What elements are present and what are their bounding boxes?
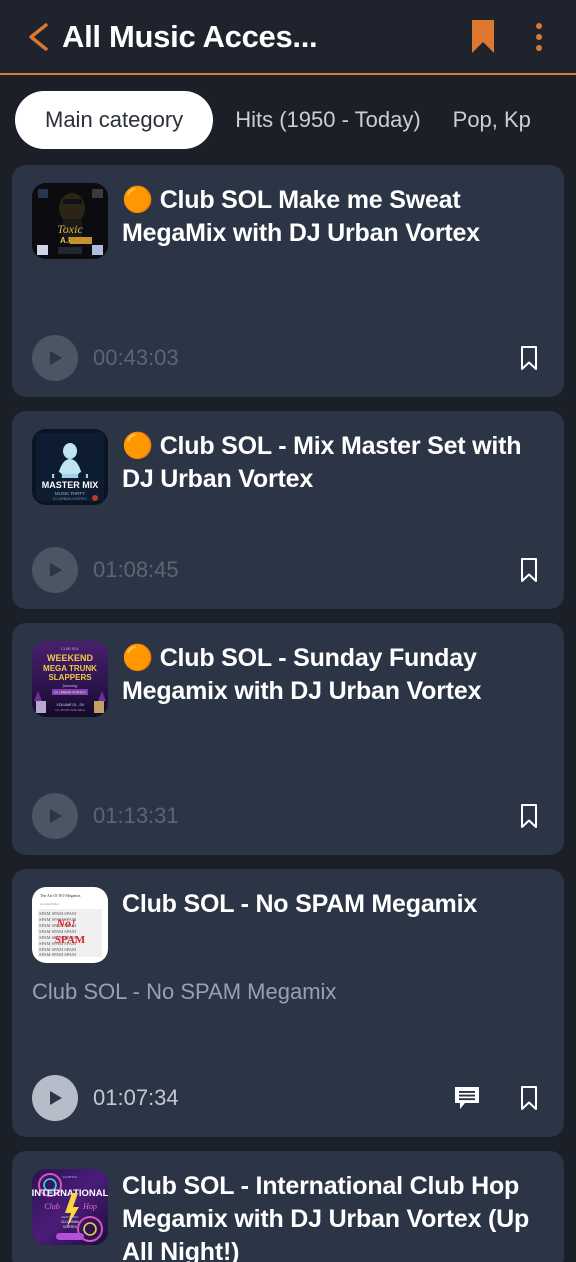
thumbnail-master-mix[interactable]: MASTER MIX MUSIC PARTY DJ URBAN VORTEX	[32, 429, 108, 505]
list-item-title: 🟠 Club SOL - Mix Master Set with DJ Urba…	[122, 429, 544, 496]
svg-text:SPAM: SPAM	[55, 934, 86, 946]
list-item-subtitle: Club SOL - No SPAM Megamix	[32, 979, 337, 1004]
svg-text:MUSIC PARTY: MUSIC PARTY	[55, 491, 85, 496]
thumbnail-weekend-mega-trunk-slappers[interactable]: CLUB SOL WEEKEND MEGA TRUNK SLAPPERS fea…	[32, 641, 108, 717]
orange-circle-icon: 🟠	[122, 432, 160, 460]
play-button[interactable]	[32, 547, 78, 593]
bookmark-button[interactable]	[514, 1083, 544, 1113]
thumbnail-international-club-hop[interactable]: CLUB SOL INTERNATIONAL Club Hop FEATURIN…	[32, 1169, 108, 1245]
list-item-title: Club SOL - International Club Hop Megami…	[122, 1169, 544, 1262]
svg-text:VORTEX: VORTEX	[63, 1225, 78, 1229]
svg-text:SPAM SPAM SPAM: SPAM SPAM SPAM	[39, 952, 76, 957]
svg-text:A Curated Edition: A Curated Edition	[40, 903, 60, 906]
svg-text:DJ URBAN: DJ URBAN	[62, 1220, 80, 1224]
list-item[interactable]: The Art Of NO Megamix A Curated Edition …	[12, 869, 564, 1137]
media-list: Toxic A.F. 🟠 Club SOL Make me Sweat Mega…	[0, 165, 576, 1262]
comment-icon	[455, 1087, 479, 1109]
svg-text:VOLUME 01 - 09: VOLUME 01 - 09	[56, 703, 83, 707]
list-item-actions	[452, 1083, 544, 1113]
play-icon	[50, 563, 62, 577]
svg-text:CLUB SOL: CLUB SOL	[63, 1175, 78, 1179]
svg-text:CLUB SOL: CLUB SOL	[61, 647, 79, 651]
svg-text:Club: Club	[44, 1202, 60, 1211]
bookmark-outline-icon	[521, 1086, 537, 1110]
duration-label: 01:13:31	[93, 803, 179, 828]
list-item-actions	[514, 801, 544, 831]
app-root: All Music Acces... Main category Hits (1…	[0, 0, 576, 1262]
list-item[interactable]: Toxic A.F. 🟠 Club SOL Make me Sweat Mega…	[12, 165, 564, 397]
tab-main-category[interactable]: Main category	[15, 91, 214, 149]
page-title: All Music Acces...	[62, 18, 318, 54]
bookmark-button[interactable]	[460, 12, 506, 62]
list-item[interactable]: MASTER MIX MUSIC PARTY DJ URBAN VORTEX 🟠…	[12, 411, 564, 609]
play-icon	[50, 1091, 62, 1105]
svg-text:WEEKEND: WEEKEND	[47, 653, 94, 663]
list-item[interactable]: CLUB SOL INTERNATIONAL Club Hop FEATURIN…	[12, 1151, 564, 1262]
thumbnail-toxic-af[interactable]: Toxic A.F.	[32, 183, 108, 259]
header-actions	[460, 12, 562, 62]
duration-label: 01:07:34	[93, 1085, 179, 1110]
svg-text:DJ URBAN VORTEX: DJ URBAN VORTEX	[53, 497, 87, 501]
bookmark-button[interactable]	[514, 801, 544, 831]
list-item-top: CLUB SOL INTERNATIONAL Club Hop FEATURIN…	[32, 1169, 544, 1262]
list-item-top: Toxic A.F. 🟠 Club SOL Make me Sweat Mega…	[32, 183, 544, 259]
svg-text:No!: No!	[55, 916, 75, 930]
svg-text:Toxic: Toxic	[57, 222, 83, 236]
play-icon	[50, 351, 62, 365]
list-item-top: MASTER MIX MUSIC PARTY DJ URBAN VORTEX 🟠…	[32, 429, 544, 505]
list-item-actions	[514, 343, 544, 373]
bookmark-filled-icon	[472, 19, 494, 53]
list-item-title-text: Club SOL - International Club Hop Megami…	[122, 1172, 530, 1262]
svg-text:featuring: featuring	[63, 683, 78, 688]
comment-button[interactable]	[452, 1083, 482, 1113]
play-button[interactable]	[32, 1075, 78, 1121]
duration-label: 01:08:45	[93, 557, 179, 582]
play-icon	[50, 809, 62, 823]
bookmark-button[interactable]	[514, 343, 544, 373]
list-item-top: The Art Of NO Megamix A Curated Edition …	[32, 887, 544, 963]
bookmark-outline-icon	[521, 804, 537, 828]
duration-label: 00:43:03	[93, 345, 179, 370]
list-item-title-text: Club SOL Make me Sweat MegaMix with DJ U…	[122, 186, 480, 247]
bookmark-button[interactable]	[514, 555, 544, 585]
list-item-footer: 01:07:34	[32, 1057, 544, 1137]
orange-circle-icon: 🟠	[122, 186, 160, 214]
svg-text:MASTER MIX: MASTER MIX	[42, 480, 99, 490]
svg-text:ALL MIXES AVAILABLE: ALL MIXES AVAILABLE	[55, 708, 85, 712]
thumbnail-no-spam[interactable]: The Art Of NO Megamix A Curated Edition …	[32, 887, 108, 963]
list-item-title-text: Club SOL - Sunday Funday Megamix with DJ…	[122, 644, 482, 705]
play-button[interactable]	[32, 335, 78, 381]
list-item-title: Club SOL - No SPAM Megamix	[122, 887, 477, 921]
category-tab-strip[interactable]: Main category Hits (1950 - Today) Pop, K…	[0, 75, 576, 165]
overflow-menu-button[interactable]	[516, 12, 562, 62]
bookmark-outline-icon	[521, 346, 537, 370]
list-item-title-text: Club SOL - Mix Master Set with DJ Urban …	[122, 432, 522, 493]
svg-text:SLAPPERS: SLAPPERS	[48, 673, 92, 682]
app-header: All Music Acces...	[0, 0, 576, 75]
svg-text:Hop: Hop	[82, 1202, 97, 1211]
list-item[interactable]: CLUB SOL WEEKEND MEGA TRUNK SLAPPERS fea…	[12, 623, 564, 855]
svg-text:MEGA TRUNK: MEGA TRUNK	[43, 664, 97, 673]
svg-text:The Art Of NO Megamix: The Art Of NO Megamix	[40, 893, 81, 898]
list-item-footer: 01:08:45	[32, 529, 544, 609]
more-vertical-icon	[536, 22, 542, 51]
chevron-left-icon	[29, 22, 48, 51]
tab-pop-kp[interactable]: Pop, Kp	[443, 91, 541, 149]
list-item-footer: 00:43:03	[32, 317, 544, 397]
back-button[interactable]	[18, 15, 56, 59]
list-item-footer: 01:13:31	[32, 775, 544, 855]
bookmark-outline-icon	[521, 558, 537, 582]
svg-text:INTERNATIONAL: INTERNATIONAL	[32, 1188, 108, 1199]
list-item-title: 🟠 Club SOL - Sunday Funday Megamix with …	[122, 641, 544, 708]
list-item-title: 🟠 Club SOL Make me Sweat MegaMix with DJ…	[122, 183, 544, 250]
tab-hits[interactable]: Hits (1950 - Today)	[225, 91, 430, 149]
svg-text:DJ URBAN VORTEX: DJ URBAN VORTEX	[54, 691, 87, 695]
play-button[interactable]	[32, 793, 78, 839]
list-item-actions	[514, 555, 544, 585]
svg-text:FEATURING: FEATURING	[61, 1215, 79, 1219]
list-item-top: CLUB SOL WEEKEND MEGA TRUNK SLAPPERS fea…	[32, 641, 544, 717]
list-item-title-text: Club SOL - No SPAM Megamix	[122, 890, 478, 918]
orange-circle-icon: 🟠	[122, 644, 160, 672]
